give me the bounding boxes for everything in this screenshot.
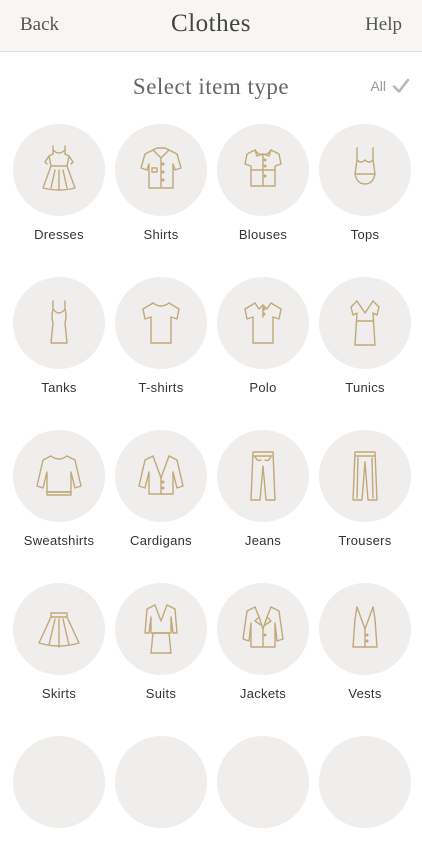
tunic-icon [319,277,411,369]
item-label: Cardigans [130,533,192,548]
select-all-label: All [370,78,386,94]
polo-icon [217,277,309,369]
page-title: Clothes [171,10,251,37]
item-label: Shirts [143,227,179,242]
item-shirts[interactable]: Shirts [111,124,211,254]
item-dresses[interactable]: Dresses [9,124,109,254]
item-label: Tops [350,227,380,242]
item-tunics[interactable]: Tunics [315,277,415,407]
vest-icon [319,583,411,675]
item-label: Tunics [345,380,385,395]
item-label: Suits [145,686,177,701]
item-label: Jackets [239,686,287,701]
help-button[interactable]: Help [365,14,402,36]
jeans-icon [217,430,309,522]
item-trousers[interactable]: Trousers [315,430,415,560]
item-label: Sweatshirts [23,533,95,548]
item-partial[interactable] [315,736,415,866]
section-title: Select item type [132,74,290,99]
item-partial[interactable] [111,736,211,866]
item-label: Tanks [41,380,77,395]
item-cardigans[interactable]: Cardigans [111,430,211,560]
dress-icon [13,124,105,216]
tshirt-icon [115,277,207,369]
item-blouses[interactable]: Blouses [213,124,313,254]
tank-icon [13,277,105,369]
shirt-icon [115,124,207,216]
item-label: Vests [348,686,382,701]
item-partial[interactable] [9,736,109,866]
item-partial[interactable] [213,736,313,866]
top-icon [319,124,411,216]
item-label: Jeans [244,533,282,548]
cardigan-icon [115,430,207,522]
item-jackets[interactable]: Jackets [213,583,313,713]
item-label: Polo [249,380,277,395]
item-label: Blouses [238,227,288,242]
item-suits[interactable]: Suits [111,583,211,713]
select-all-toggle[interactable]: All [370,78,410,94]
item-vests[interactable]: Vests [315,583,415,713]
item-label: Dresses [34,227,84,242]
suit-icon [115,583,207,675]
item-skirts[interactable]: Skirts [9,583,109,713]
item-jeans[interactable]: Jeans [213,430,313,560]
jacket-icon [217,583,309,675]
checkmark-icon [392,78,410,94]
nav-bar: Back Clothes Help [0,0,422,52]
trousers-icon [319,430,411,522]
item-tanks[interactable]: Tanks [9,277,109,407]
item-tshirts[interactable]: T-shirts [111,277,211,407]
item-label: T-shirts [138,380,184,395]
item-tops[interactable]: Tops [315,124,415,254]
item-label: Trousers [338,533,392,548]
blouse-icon [217,124,309,216]
item-polo[interactable]: Polo [213,277,313,407]
sweatshirt-icon [13,430,105,522]
item-label: Skirts [41,686,77,701]
item-sweatshirts[interactable]: Sweatshirts [9,430,109,560]
skirt-icon [13,583,105,675]
